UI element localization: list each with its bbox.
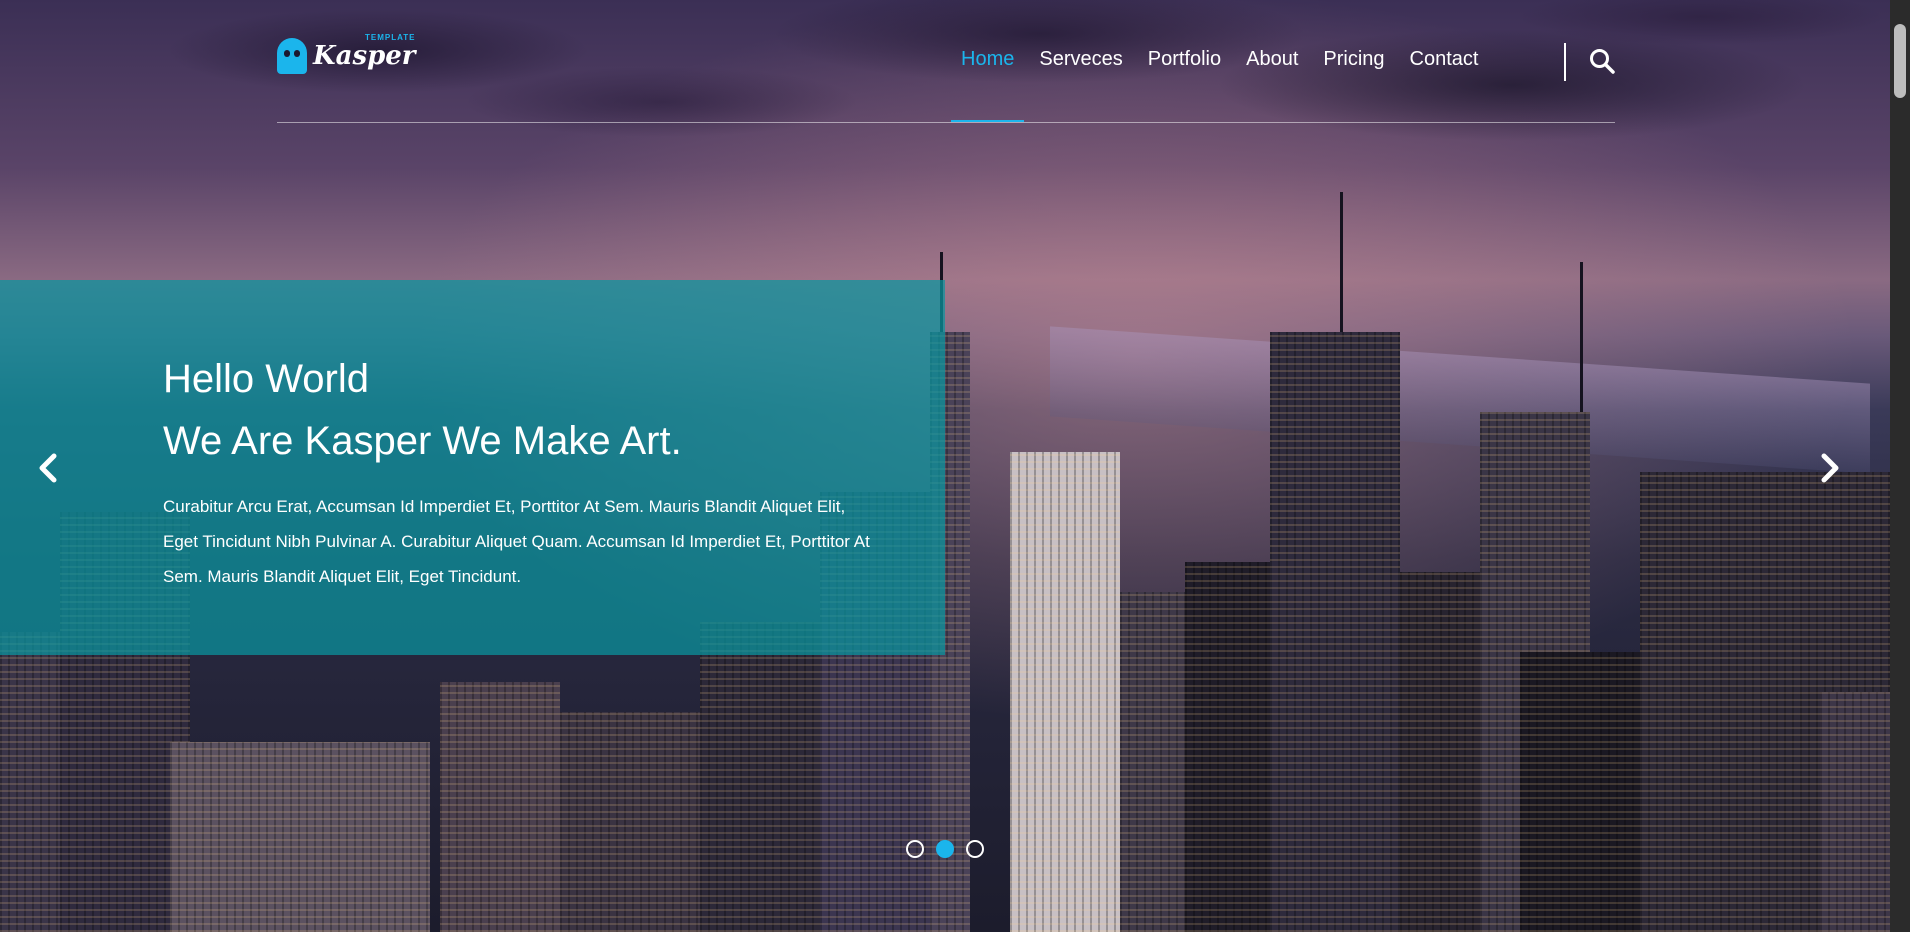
nav-item-portfolio[interactable]: Portfolio <box>1148 48 1221 71</box>
carousel-prev-button[interactable] <box>28 448 68 488</box>
chevron-right-icon <box>1821 453 1839 483</box>
slide-content: Hello World We Are Kasper We Make Art. C… <box>0 280 945 655</box>
slide-title: Hello World We Are Kasper We Make Art. <box>163 348 682 472</box>
slide-text: Curabitur Arcu Erat, Accumsan Id Imperdi… <box>163 497 870 586</box>
nav-item-contact[interactable]: Contact <box>1410 48 1479 71</box>
site-header: Kasper TEMPLATE Home Serveces Portfolio … <box>277 33 1615 124</box>
nav-item-about[interactable]: About <box>1246 48 1298 71</box>
chevron-left-icon <box>39 453 57 483</box>
carousel-bullets <box>906 840 984 858</box>
carousel-bullet-3[interactable] <box>966 840 984 858</box>
scrollbar-thumb[interactable] <box>1894 24 1906 98</box>
logo-tag: TEMPLATE <box>365 33 416 42</box>
search-icon[interactable] <box>1589 48 1615 74</box>
main-nav: Home Serveces Portfolio About Pricing Co… <box>950 48 1479 122</box>
slide-title-line1: Hello World <box>163 357 369 401</box>
carousel-bullet-1[interactable] <box>906 840 924 858</box>
nav-item-serveces[interactable]: Serveces <box>1039 48 1122 71</box>
nav-item-pricing[interactable]: Pricing <box>1323 48 1384 71</box>
carousel-next-button[interactable] <box>1810 448 1850 488</box>
carousel-bullet-2[interactable] <box>936 840 954 858</box>
logo[interactable]: Kasper TEMPLATE <box>277 33 416 74</box>
slide-title-line2: We Are Kasper We Make Art. <box>163 419 682 463</box>
ghost-logo-icon <box>277 38 307 74</box>
page-scrollbar[interactable] <box>1890 0 1910 932</box>
nav-divider <box>1564 43 1566 81</box>
header-underline <box>277 122 1615 123</box>
logo-name: Kasper <box>313 41 416 71</box>
nav-item-home[interactable]: Home <box>950 48 1025 122</box>
